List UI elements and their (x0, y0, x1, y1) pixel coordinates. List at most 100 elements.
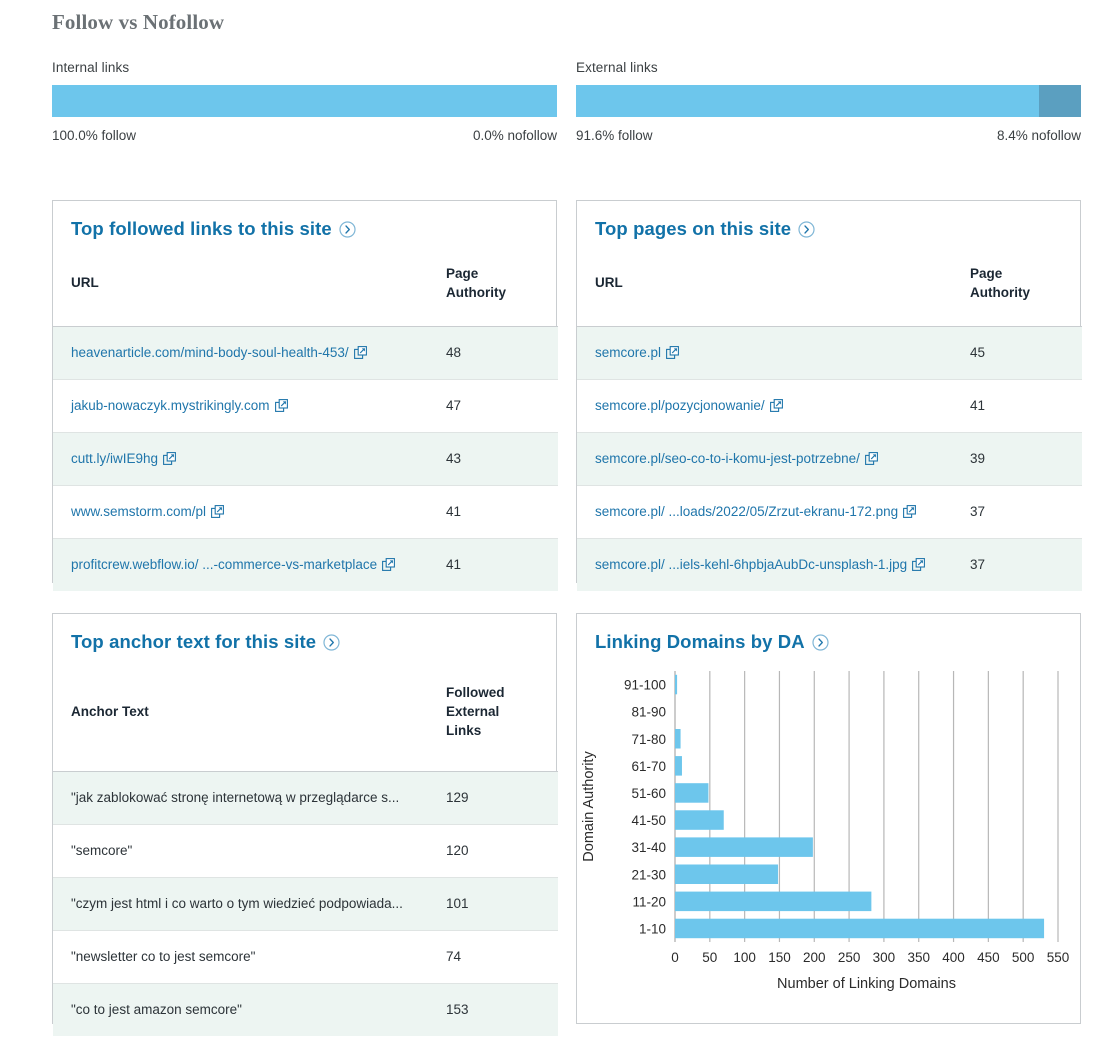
y-tick-label: 91-100 (624, 678, 666, 693)
cell-anchor-text: "co to jest amazon semcore" (53, 983, 428, 1036)
row-link[interactable]: semcore.pl/ ...iels-kehl-6hpbjaAubDc-uns… (595, 557, 907, 572)
cell-url: heavenarticle.com/mind-body-soul-health-… (53, 326, 428, 380)
chart-bar (675, 783, 709, 803)
x-tick-label: 350 (907, 950, 930, 965)
x-tick-label: 50 (702, 950, 717, 965)
external-link-icon[interactable] (353, 346, 367, 359)
top-anchor-text-table: Anchor Text Followed External Links "jak z… (53, 653, 558, 1036)
row-link[interactable]: semcore.pl/pozycjonowanie/ (595, 398, 765, 413)
cell-page-authority: 45 (952, 326, 1082, 380)
cell-page-authority: 39 (952, 432, 1082, 486)
cell-page-authority: 43 (428, 432, 558, 486)
column-header-page-authority: Page Authority (428, 240, 558, 327)
external-links-follow-fill (576, 85, 1039, 117)
chevron-right-circle-icon[interactable] (812, 633, 829, 651)
row-link[interactable]: cutt.ly/iwIE9hg (71, 451, 158, 466)
cell-url: profitcrew.webflow.io/ ...-commerce-vs-m… (53, 538, 428, 591)
row-link[interactable]: jakub-nowaczyk.mystrikingly.com (71, 398, 270, 413)
internal-links-follow-fill (52, 85, 557, 117)
internal-links-bar-group: Internal links 100.0% follow 0.0% nofoll… (52, 60, 557, 143)
card-header[interactable]: Top pages on this site (577, 201, 1080, 240)
card-title: Top pages on this site (595, 218, 792, 239)
internal-follow-pct: 100.0% follow (52, 128, 137, 143)
y-tick-label: 71-80 (631, 732, 666, 747)
external-follow-pct: 91.6% follow (576, 128, 653, 143)
x-tick-label: 150 (768, 950, 791, 965)
cell-anchor-text: "jak zablokować stronę internetową w prz… (53, 771, 428, 825)
table-row: "co to jest amazon semcore" 153 (53, 983, 558, 1036)
cell-page-authority: 37 (952, 485, 1082, 539)
internal-links-label: Internal links (52, 60, 130, 75)
table-row: "newsletter co to jest semcore" 74 (53, 930, 558, 984)
chevron-right-circle-icon[interactable] (798, 220, 815, 238)
top-pages-table: URL Page Authority semcore.pl 45 semcore.pl… (577, 240, 1082, 591)
column-header-url: URL (53, 240, 428, 327)
table-row: "semcore" 120 (53, 824, 558, 878)
y-tick-label: 61-70 (631, 759, 666, 774)
cell-page-authority: 47 (428, 379, 558, 433)
x-tick-label: 100 (733, 950, 756, 965)
column-header-anchor-text: Anchor Text (53, 653, 428, 772)
external-link-icon[interactable] (382, 558, 396, 572)
row-link[interactable]: profitcrew.webflow.io/ ...-commerce-vs-m… (71, 557, 377, 572)
external-links-bar-track (576, 85, 1081, 117)
external-link-icon[interactable] (903, 505, 917, 518)
cell-followed-external-links: 74 (428, 930, 558, 984)
chart-bar (675, 756, 682, 776)
column-header-page-authority: Page Authority (952, 240, 1082, 327)
follow-vs-nofollow-panel: Follow vs Nofollow Internal links 100.0%… (0, 0, 1115, 1054)
y-tick-label: 31-40 (631, 840, 666, 855)
cell-followed-external-links: 153 (428, 983, 558, 1036)
card-linking-domains-by-da: Linking Domains by DA 91-100 81-90 71-80 61… (576, 613, 1081, 1024)
cell-url: www.semstorm.com/pl (53, 485, 428, 539)
x-tick-label: 450 (977, 950, 1000, 965)
table-header-row: URL Page Authority (577, 240, 1082, 327)
card-header[interactable]: Linking Domains by DA (577, 614, 1080, 653)
x-tick-label: 250 (838, 950, 861, 965)
cell-page-authority: 41 (428, 538, 558, 591)
x-tick-label: 400 (942, 950, 965, 965)
chevron-right-circle-icon[interactable] (323, 633, 340, 651)
y-tick-label: 1-10 (639, 921, 666, 936)
chart-bar (675, 674, 678, 695)
chart-bar (675, 918, 1045, 939)
y-tick-label: 81-90 (631, 705, 666, 720)
card-header[interactable]: Top anchor text for this site (53, 614, 556, 653)
x-axis-label: Number of Linking Domains (777, 976, 956, 992)
cell-anchor-text: "semcore" (53, 824, 428, 878)
table-row: heavenarticle.com/mind-body-soul-health-… (53, 326, 558, 380)
external-link-icon[interactable] (274, 399, 288, 412)
cell-anchor-text: "czym jest html i co warto o tym wiedzie… (53, 877, 428, 931)
table-row: www.semstorm.com/pl 41 (53, 485, 558, 539)
chart-bar (675, 864, 779, 885)
column-header-followed-external-links: Followed External Links (428, 653, 558, 772)
x-tick-label: 300 (873, 950, 896, 965)
external-link-icon[interactable] (163, 452, 176, 465)
row-link[interactable]: semcore.pl/seo-co-to-i-komu-jest-potrzeb… (595, 451, 860, 466)
external-link-icon[interactable] (666, 346, 679, 359)
row-link[interactable]: www.semstorm.com/pl (71, 504, 206, 519)
row-link[interactable]: semcore.pl/ ...loads/2022/05/Zrzut-ekran… (595, 504, 898, 519)
card-top-pages: Top pages on this site URL Page Authority… (576, 200, 1082, 591)
chart-bar (675, 810, 724, 830)
card-title: Top anchor text for this site (71, 631, 317, 652)
table-row: profitcrew.webflow.io/ ...-commerce-vs-m… (53, 538, 558, 591)
external-link-icon[interactable] (211, 505, 224, 518)
cell-anchor-text: "newsletter co to jest semcore" (53, 930, 428, 984)
cell-page-authority: 48 (428, 326, 558, 380)
row-link[interactable]: semcore.pl (595, 345, 661, 360)
cell-followed-external-links: 129 (428, 771, 558, 825)
y-tick-label: 21-30 (631, 867, 666, 882)
x-tick-label: 200 (803, 950, 826, 965)
chart-bar (675, 837, 813, 857)
bar-chart-svg: 91-100 81-90 71-80 61-70 51-60 41-50 31-40 21-3… (581, 671, 1070, 992)
external-link-icon[interactable] (769, 399, 783, 412)
table-row: semcore.pl/ ...iels-kehl-6hpbjaAubDc-uns… (577, 538, 1082, 591)
external-link-icon[interactable] (864, 452, 878, 465)
external-link-icon[interactable] (912, 558, 926, 572)
chevron-right-circle-icon[interactable] (339, 220, 356, 238)
x-tick-label: 550 (1047, 950, 1070, 965)
table-row: jakub-nowaczyk.mystrikingly.com 47 (53, 379, 558, 433)
row-link[interactable]: heavenarticle.com/mind-body-soul-health-… (71, 345, 349, 360)
card-header[interactable]: Top followed links to this site (53, 201, 556, 240)
